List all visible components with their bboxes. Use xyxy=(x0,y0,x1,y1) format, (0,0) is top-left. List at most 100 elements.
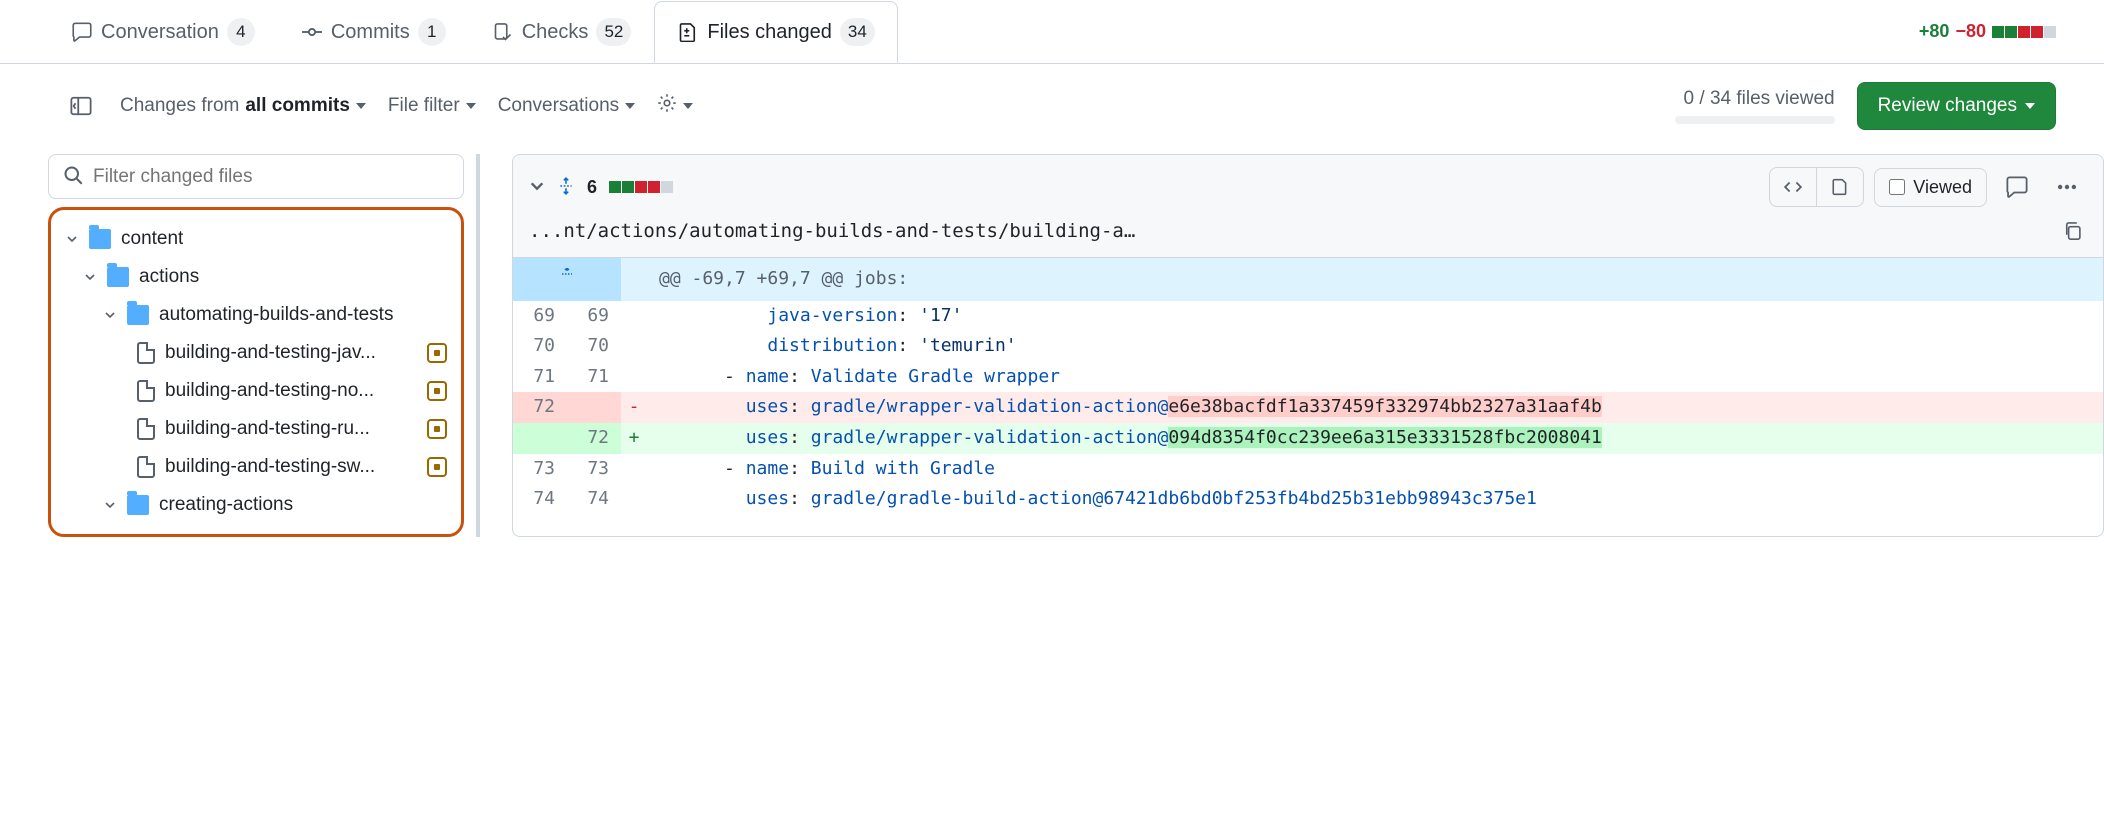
chevron-down-icon xyxy=(625,103,635,109)
old-line-number: 74 xyxy=(513,484,567,515)
code-content: distribution: 'temurin' xyxy=(647,331,2103,362)
tree-folder-actions[interactable]: actions xyxy=(59,258,453,296)
diff-line[interactable]: 69 69 java-version: '17' xyxy=(513,301,2103,332)
collapse-file-button[interactable] xyxy=(529,178,545,197)
filter-files-input[interactable] xyxy=(93,166,449,188)
folder-icon xyxy=(107,267,129,287)
tab-count: 1 xyxy=(418,18,446,46)
tree-folder-content[interactable]: content xyxy=(59,220,453,258)
viewed-checkbox-input[interactable] xyxy=(1889,179,1905,195)
tab-commits[interactable]: Commits 1 xyxy=(278,1,469,62)
file-header: 6 Viewed xyxy=(513,155,2103,258)
old-line-number: 70 xyxy=(513,331,567,362)
settings-dropdown[interactable] xyxy=(657,93,693,119)
tab-label: Conversation xyxy=(101,21,219,44)
tab-files-changed[interactable]: Files changed 34 xyxy=(654,1,897,63)
diff-line[interactable]: 74 74 uses: gradle/gradle-build-action@6… xyxy=(513,484,2103,515)
expand-hunk-button[interactable] xyxy=(513,258,621,301)
chevron-down-icon xyxy=(103,308,117,322)
diff-line[interactable]: 72 + uses: gradle/wrapper-validation-act… xyxy=(513,423,2103,454)
chevron-down-icon xyxy=(83,270,97,284)
diff-stat: +80 −80 xyxy=(1919,21,2056,42)
comment-button[interactable] xyxy=(1997,167,2037,207)
diff-line[interactable]: 72 - uses: gradle/wrapper-validation-act… xyxy=(513,392,2103,423)
deletions-count: −80 xyxy=(1955,21,1986,42)
git-commit-icon xyxy=(301,21,323,43)
changes-from-dropdown[interactable]: Changes from all commits xyxy=(120,95,366,117)
checklist-icon xyxy=(492,21,514,43)
tab-checks[interactable]: Checks 52 xyxy=(469,1,655,62)
file-filter-dropdown[interactable]: File filter xyxy=(388,95,476,117)
review-changes-button[interactable]: Review changes xyxy=(1857,82,2056,130)
sidebar-toggle-button[interactable] xyxy=(68,93,94,119)
conversations-dropdown[interactable]: Conversations xyxy=(498,95,635,117)
tree-file[interactable]: building-and-testing-ru... xyxy=(59,410,453,448)
chevron-down-icon xyxy=(2025,103,2035,109)
diff-marker xyxy=(621,484,647,515)
new-line-number xyxy=(567,392,621,423)
view-mode-group xyxy=(1769,167,1864,207)
diff-line[interactable]: 70 70 distribution: 'temurin' xyxy=(513,331,2103,362)
diff-marker xyxy=(621,454,647,485)
tab-count: 34 xyxy=(840,18,875,46)
folder-icon xyxy=(127,495,149,515)
rich-view-button[interactable] xyxy=(1816,168,1863,206)
diff-marker: + xyxy=(621,423,647,454)
new-line-number: 74 xyxy=(567,484,621,515)
tab-label: Commits xyxy=(331,21,410,44)
file-path: ...nt/actions/automating-builds-and-test… xyxy=(529,220,2047,242)
file-icon xyxy=(137,418,155,440)
search-icon xyxy=(63,165,83,188)
filter-files-input-wrapper[interactable] xyxy=(48,154,464,199)
progress-bar xyxy=(1675,116,1835,124)
code-content: - name: Build with Gradle xyxy=(647,454,2103,485)
file-tree: content actions automating-builds-and-te… xyxy=(48,207,464,537)
tree-folder-automating[interactable]: automating-builds-and-tests xyxy=(59,296,453,334)
folder-icon xyxy=(89,229,111,249)
tab-label: Files changed xyxy=(707,21,832,44)
old-line-number: 73 xyxy=(513,454,567,485)
old-line-number: 69 xyxy=(513,301,567,332)
tab-label: Checks xyxy=(522,21,589,44)
chevron-down-icon xyxy=(356,103,366,109)
tab-count: 4 xyxy=(227,18,255,46)
new-line-number: 73 xyxy=(567,454,621,485)
tree-folder-creating-actions[interactable]: creating-actions xyxy=(59,486,453,524)
new-line-number: 70 xyxy=(567,331,621,362)
diff-line[interactable]: 71 71 - name: Validate Gradle wrapper xyxy=(513,362,2103,393)
code-content: java-version: '17' xyxy=(647,301,2103,332)
tab-conversation[interactable]: Conversation 4 xyxy=(48,1,278,62)
file-tree-sidebar: content actions automating-builds-and-te… xyxy=(48,154,480,537)
modified-icon xyxy=(427,381,447,401)
new-line-number: 72 xyxy=(567,423,621,454)
diff-marker xyxy=(621,331,647,362)
diff-blocks-icon xyxy=(1992,26,2056,38)
file-icon xyxy=(137,342,155,364)
source-view-button[interactable] xyxy=(1770,168,1816,206)
hunk-text: @@ -69,7 +69,7 @@ jobs: xyxy=(647,258,2103,301)
tree-file[interactable]: building-and-testing-no... xyxy=(59,372,453,410)
expand-all-icon[interactable] xyxy=(557,177,575,198)
file-diff-icon xyxy=(677,21,699,43)
chevron-down-icon xyxy=(466,103,476,109)
tree-file[interactable]: building-and-testing-jav... xyxy=(59,334,453,372)
diff-file-panel: 6 Viewed xyxy=(512,154,2104,537)
tab-count: 52 xyxy=(596,18,631,46)
gear-icon xyxy=(657,93,677,119)
modified-icon xyxy=(427,419,447,439)
new-line-number: 71 xyxy=(567,362,621,393)
modified-icon xyxy=(427,343,447,363)
diff-marker: - xyxy=(621,392,647,423)
folder-icon xyxy=(127,305,149,325)
new-line-number: 69 xyxy=(567,301,621,332)
kebab-menu-button[interactable] xyxy=(2047,167,2087,207)
diff-marker xyxy=(621,362,647,393)
chevron-down-icon xyxy=(65,232,79,246)
tree-file[interactable]: building-and-testing-sw... xyxy=(59,448,453,486)
copy-path-button[interactable] xyxy=(2059,217,2087,245)
chevron-down-icon xyxy=(103,498,117,512)
viewed-checkbox[interactable]: Viewed xyxy=(1874,168,1987,207)
diff-marker xyxy=(621,301,647,332)
diff-line[interactable]: 73 73 - name: Build with Gradle xyxy=(513,454,2103,485)
hunk-header: @@ -69,7 +69,7 @@ jobs: xyxy=(513,258,2103,301)
